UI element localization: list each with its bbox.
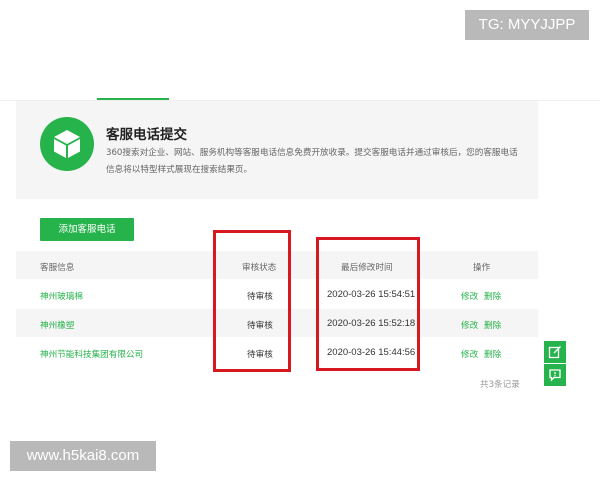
record-count: 共3条记录 <box>480 380 520 390</box>
header-service-info: 客服信息 <box>40 263 75 273</box>
cube-icon <box>54 130 80 158</box>
row-2-edit-link[interactable]: 修改 <box>461 319 478 331</box>
edit-note-icon <box>548 346 561 359</box>
header-actions: 操作 <box>473 263 491 273</box>
banner-description: 360搜索对企业、网站、服务机构等客服电话信息免费开放收录。提交客服电话并通过审… <box>106 148 518 175</box>
side-feedback-button[interactable] <box>544 364 566 386</box>
row-2-name[interactable]: 神州橡塑 <box>40 319 74 331</box>
highlight-status-column <box>213 230 291 372</box>
row-1-delete-link[interactable]: 删除 <box>484 290 501 302</box>
row-1-edit-link[interactable]: 修改 <box>461 290 478 302</box>
banner-logo <box>40 117 94 171</box>
side-edit-button[interactable] <box>544 341 566 363</box>
row-1-name[interactable]: 神州玻璃棉 <box>40 290 83 302</box>
watermark-top: TG: MYYJJPP <box>465 10 589 40</box>
watermark-bottom: www.h5kai8.com <box>10 441 156 471</box>
banner-title: 客服电话提交 <box>106 127 187 143</box>
feedback-icon <box>549 369 561 382</box>
row-3-edit-link[interactable]: 修改 <box>461 348 478 360</box>
add-phone-button[interactable]: 添加客服电话 <box>40 218 134 241</box>
row-3-delete-link[interactable]: 删除 <box>484 348 501 360</box>
row-2-delete-link[interactable]: 删除 <box>484 319 501 331</box>
highlight-time-column <box>316 237 420 371</box>
row-3-name[interactable]: 神州节能科技集团有限公司 <box>40 348 143 360</box>
